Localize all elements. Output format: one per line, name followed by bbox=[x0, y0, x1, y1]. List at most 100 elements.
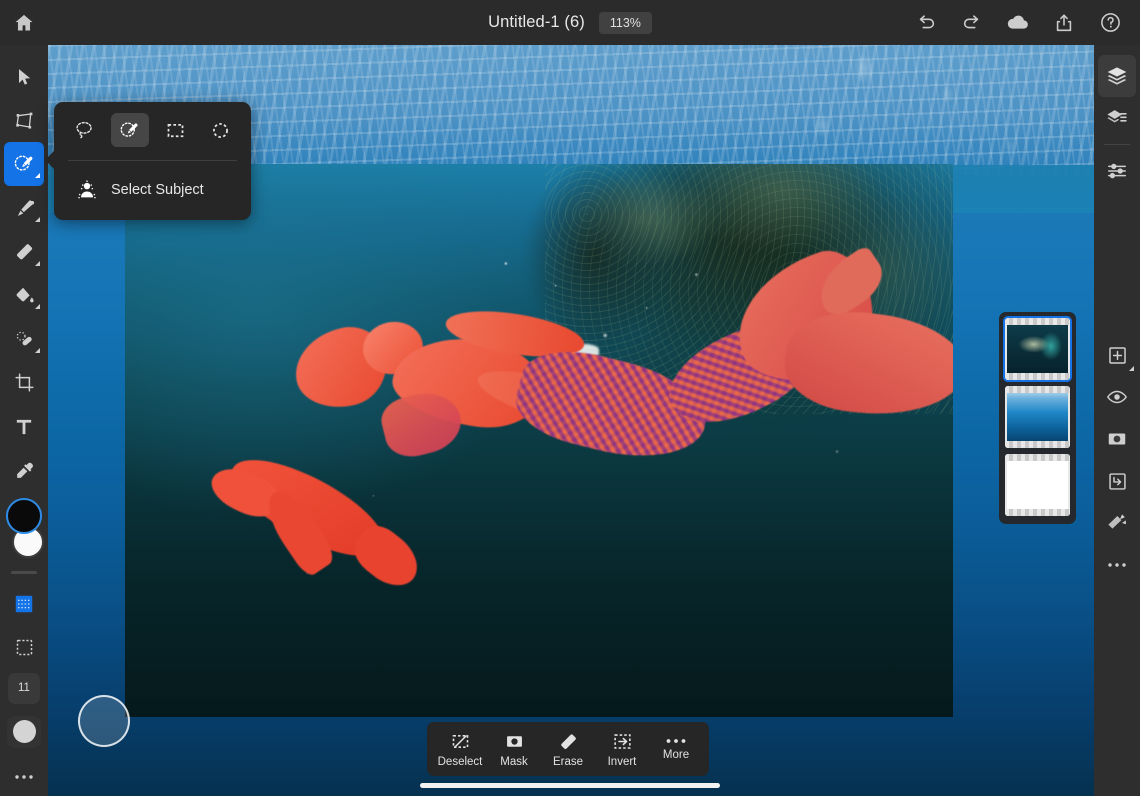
transform-selection-icon bbox=[14, 637, 35, 658]
color-swatches[interactable] bbox=[4, 496, 44, 559]
more-dots-icon bbox=[14, 774, 34, 780]
flyout-indicator bbox=[35, 348, 40, 354]
layer-visibility-button[interactable] bbox=[1098, 376, 1136, 418]
redo-button[interactable] bbox=[950, 0, 994, 45]
mask-icon bbox=[1106, 428, 1128, 450]
foreground-color-swatch[interactable] bbox=[6, 498, 42, 535]
selection-overlay-icon bbox=[13, 593, 35, 615]
add-layer-button[interactable] bbox=[1098, 334, 1136, 376]
right-toolbar-divider bbox=[1104, 144, 1130, 145]
panel-adjustments[interactable] bbox=[1098, 150, 1136, 192]
select-subject-label: Select Subject bbox=[111, 182, 204, 198]
layer-more-button[interactable] bbox=[1098, 544, 1136, 586]
mask-label: Mask bbox=[500, 755, 528, 768]
brush-preview-button[interactable] bbox=[7, 715, 41, 748]
paint-bucket-icon bbox=[14, 285, 35, 306]
flyout-indicator bbox=[1129, 366, 1134, 371]
layer-item-blank[interactable] bbox=[1005, 454, 1070, 516]
tool-brush[interactable] bbox=[4, 186, 44, 230]
help-button[interactable] bbox=[1088, 0, 1132, 45]
eraser-icon bbox=[558, 731, 579, 752]
popover-tool-row bbox=[54, 102, 251, 158]
layer-properties-icon bbox=[1106, 107, 1128, 129]
cloud-status-button[interactable] bbox=[996, 0, 1040, 45]
layer-film-strip-bottom bbox=[1005, 373, 1070, 380]
tool-quick-select[interactable] bbox=[4, 142, 44, 187]
tool-eyedropper[interactable] bbox=[4, 448, 44, 492]
tool-fill[interactable] bbox=[4, 274, 44, 318]
top-bar-actions bbox=[904, 0, 1132, 45]
layer-film-strip-top bbox=[1005, 318, 1070, 325]
popover-tool-quick-select[interactable] bbox=[110, 113, 149, 147]
left-toolbar-more-button[interactable] bbox=[4, 758, 44, 796]
popover-tool-elliptical-marquee[interactable] bbox=[201, 113, 239, 147]
document-image[interactable] bbox=[125, 164, 953, 717]
share-button[interactable] bbox=[1042, 0, 1086, 45]
panel-layer-properties[interactable] bbox=[1098, 97, 1136, 139]
redo-icon bbox=[961, 12, 983, 34]
home-icon bbox=[13, 12, 35, 34]
select-subject-icon bbox=[76, 179, 98, 201]
rectangular-marquee-icon bbox=[165, 120, 186, 141]
deselect-icon bbox=[450, 731, 471, 752]
right-toolbar bbox=[1094, 45, 1140, 796]
panel-layers[interactable] bbox=[1098, 55, 1136, 97]
top-bar: Untitled-1 (6) 113% bbox=[0, 0, 1140, 45]
more-label: More bbox=[662, 749, 690, 761]
brush-size-cursor bbox=[78, 695, 130, 747]
layer-item-ocean[interactable] bbox=[1005, 386, 1070, 448]
layers-panel[interactable] bbox=[999, 312, 1076, 524]
deselect-label: Deselect bbox=[437, 755, 483, 768]
erase-button[interactable]: Erase bbox=[542, 731, 594, 768]
selection-tool-popover[interactable]: Select Subject bbox=[45, 102, 251, 220]
popover-arrow bbox=[45, 150, 55, 170]
transform-selection-toggle[interactable] bbox=[4, 625, 44, 669]
lasso-icon bbox=[74, 120, 95, 141]
selection-overlay-toggle[interactable] bbox=[4, 582, 44, 626]
home-button[interactable] bbox=[0, 0, 48, 45]
tool-crop[interactable] bbox=[4, 361, 44, 405]
zoom-level-badge[interactable]: 113% bbox=[598, 11, 652, 34]
layers-icon bbox=[1106, 65, 1128, 87]
eyedropper-icon bbox=[14, 460, 35, 481]
tool-transform[interactable] bbox=[4, 99, 44, 143]
flyout-indicator bbox=[35, 173, 40, 179]
help-icon bbox=[1099, 11, 1122, 34]
layer-film-strip-bottom bbox=[1005, 509, 1070, 516]
popover-select-subject-row[interactable]: Select Subject bbox=[54, 161, 251, 219]
mask-button[interactable]: Mask bbox=[488, 731, 540, 768]
layer-film-strip-top bbox=[1005, 454, 1070, 461]
more-dots-icon bbox=[665, 737, 687, 745]
type-icon bbox=[14, 417, 34, 437]
undo-button[interactable] bbox=[904, 0, 948, 45]
popover-tool-rectangular-marquee[interactable] bbox=[156, 113, 194, 147]
more-dots-icon bbox=[1107, 562, 1127, 568]
invert-icon bbox=[612, 731, 633, 752]
tool-type[interactable] bbox=[4, 405, 44, 449]
undo-icon bbox=[915, 12, 937, 34]
clipping-mask-button[interactable] bbox=[1098, 460, 1136, 502]
eraser-icon bbox=[14, 241, 35, 262]
brush-size-value[interactable]: 11 bbox=[8, 673, 40, 704]
mask-icon bbox=[504, 731, 525, 752]
invert-label: Invert bbox=[607, 755, 637, 768]
eye-icon bbox=[1106, 386, 1128, 408]
layer-mask-button[interactable] bbox=[1098, 418, 1136, 460]
tool-eraser[interactable] bbox=[4, 230, 44, 274]
home-indicator bbox=[420, 783, 720, 788]
brush-preview-dot bbox=[12, 720, 36, 744]
move-arrow-icon bbox=[14, 67, 34, 87]
tool-healing-brush[interactable] bbox=[4, 317, 44, 361]
clipping-mask-icon bbox=[1107, 471, 1128, 492]
adjustments-icon bbox=[1106, 160, 1128, 182]
more-button[interactable]: More bbox=[650, 737, 702, 761]
flyout-indicator bbox=[35, 260, 40, 266]
popover-tool-lasso[interactable] bbox=[66, 113, 104, 147]
flyout-indicator bbox=[35, 304, 40, 310]
quick-actions-button[interactable] bbox=[1098, 502, 1136, 544]
layer-item-mermaid[interactable] bbox=[1003, 316, 1072, 382]
tool-move[interactable] bbox=[4, 55, 44, 99]
layer-thumbnail bbox=[1007, 320, 1068, 378]
invert-button[interactable]: Invert bbox=[596, 731, 648, 768]
deselect-button[interactable]: Deselect bbox=[434, 731, 486, 768]
